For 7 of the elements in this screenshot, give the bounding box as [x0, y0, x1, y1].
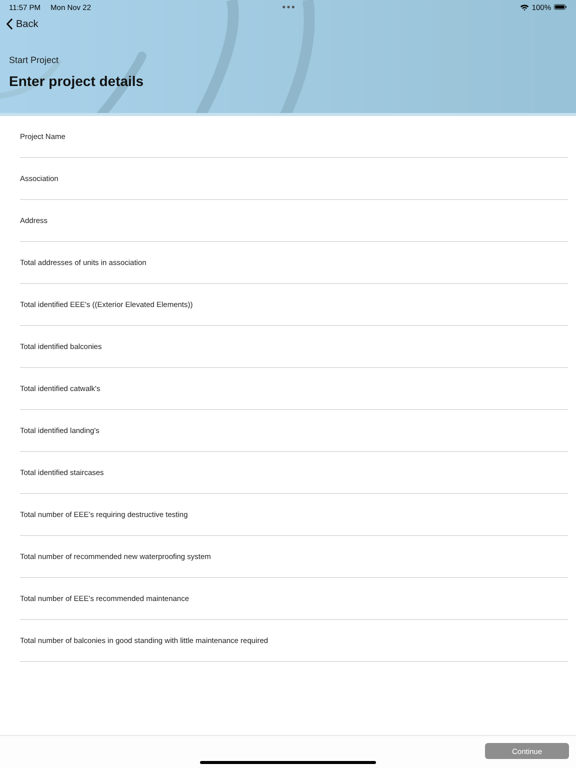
back-button[interactable]: Back	[6, 18, 38, 30]
page-title: Enter project details	[9, 73, 144, 89]
chevron-left-icon	[6, 18, 13, 30]
battery-icon	[554, 4, 567, 10]
wifi-icon	[520, 4, 529, 10]
more-dots-icon	[282, 5, 295, 9]
page-subtitle: Start Project	[9, 55, 59, 65]
